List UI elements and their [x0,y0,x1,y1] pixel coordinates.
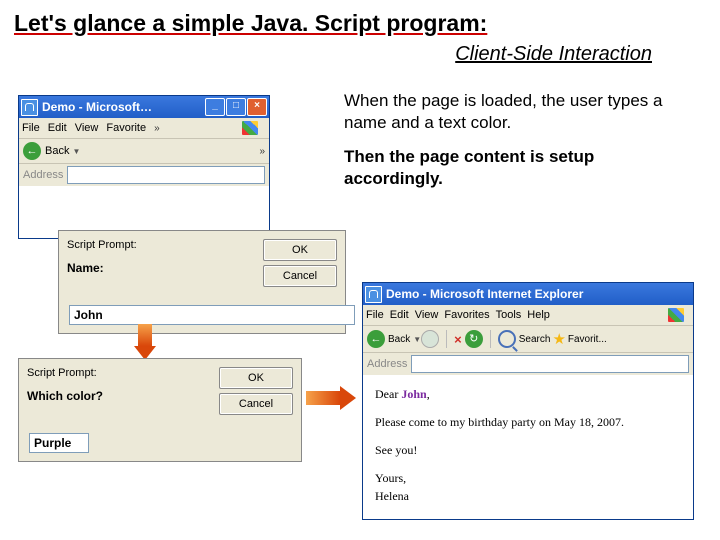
slide-subtitle: Client-Side Interaction [14,43,706,66]
stop-icon[interactable]: × [454,332,462,347]
back-dropdown-icon[interactable]: ▼ [72,147,80,156]
toolbar: ← Back ▼ × ↻ Search ★ Favorit... [363,326,693,353]
yours-line: Yours, [375,469,681,487]
address-bar: Address [19,164,269,186]
address-input[interactable] [411,355,689,373]
close-button[interactable]: × [247,98,267,116]
titlebar: Demo - Microsoft… _ □ × [19,96,269,118]
user-name: John [401,387,426,401]
prompt-label: Name: [67,261,255,275]
windows-flag-icon [242,121,258,135]
dialog-title: Script Prompt: [27,367,211,379]
browser-window-small: Demo - Microsoft… _ □ × File Edit View F… [18,95,270,239]
back-icon[interactable]: ← [23,142,41,160]
maximize-button[interactable]: □ [226,98,246,116]
description-block: When the page is loaded, the user types … [344,90,674,202]
result-page-body: Dear John, Please come to my birthday pa… [363,375,693,519]
menu-more-icon[interactable]: » [154,123,160,134]
menu-favorite[interactable]: Favorite [106,122,146,134]
back-icon[interactable]: ← [367,330,385,348]
greeting-line: Dear John, [375,385,681,403]
toolbar-more-icon[interactable]: » [259,146,265,157]
refresh-icon[interactable]: ↻ [465,330,483,348]
forward-icon [421,330,439,348]
back-dropdown-icon[interactable]: ▼ [413,335,421,344]
address-label: Address [367,358,407,370]
windows-flag-icon [668,308,684,322]
menu-favorites[interactable]: Favorites [444,309,489,321]
search-button[interactable]: Search [519,334,551,345]
seeyou-line: See you! [375,441,681,459]
search-icon[interactable] [498,330,516,348]
menu-file[interactable]: File [22,122,40,134]
cancel-button[interactable]: Cancel [263,265,337,287]
menu-bar: File Edit View Favorites Tools Help [363,305,693,326]
desc-p1: When the page is loaded, the user types … [344,90,674,134]
prompt-dialog-name: Script Prompt: Name: OK Cancel John [58,230,346,334]
address-input[interactable] [67,166,265,184]
prompt-input[interactable]: John [69,305,355,325]
dialog-title: Script Prompt: [67,239,255,251]
menu-edit[interactable]: Edit [390,309,409,321]
arrow-right-icon [306,386,356,410]
cancel-button[interactable]: Cancel [219,393,293,415]
favorites-button[interactable]: Favorit... [568,334,607,345]
back-button[interactable]: Back [45,145,69,157]
invite-line: Please come to my birthday party on May … [375,413,681,431]
address-label: Address [23,169,63,181]
desc-p2: Then the page content is setup according… [344,146,674,190]
signature-line: Helena [375,487,681,505]
prompt-label: Which color? [27,389,211,403]
menu-view[interactable]: View [415,309,439,321]
comma: , [427,387,430,401]
menu-edit[interactable]: Edit [48,122,67,134]
slide-title: Let's glance a simple Java. Script progr… [14,10,706,37]
ok-button[interactable]: OK [263,239,337,261]
ie-logo-icon [365,286,382,303]
menu-bar: File Edit View Favorite » [19,118,269,139]
arrow-down-icon [134,324,156,358]
dear-text: Dear [375,387,401,401]
menu-file[interactable]: File [366,309,384,321]
back-button[interactable]: Back [388,334,410,345]
prompt-input[interactable]: Purple [29,433,89,453]
minimize-button[interactable]: _ [205,98,225,116]
ok-button[interactable]: OK [219,367,293,389]
titlebar: Demo - Microsoft Internet Explorer [363,283,693,305]
toolbar-separator [446,330,447,348]
address-bar: Address [363,353,693,375]
window-title: Demo - Microsoft… [42,100,152,114]
menu-view[interactable]: View [75,122,99,134]
toolbar: ← Back ▼ » [19,139,269,164]
menu-tools[interactable]: Tools [496,309,522,321]
window-title: Demo - Microsoft Internet Explorer [386,287,583,301]
prompt-dialog-color: Script Prompt: Which color? OK Cancel Pu… [18,358,302,462]
menu-help[interactable]: Help [527,309,550,321]
toolbar-separator [490,330,491,348]
browser-window-result: Demo - Microsoft Internet Explorer File … [362,282,694,520]
favorites-star-icon[interactable]: ★ [552,330,565,348]
ie-logo-icon [21,99,38,116]
